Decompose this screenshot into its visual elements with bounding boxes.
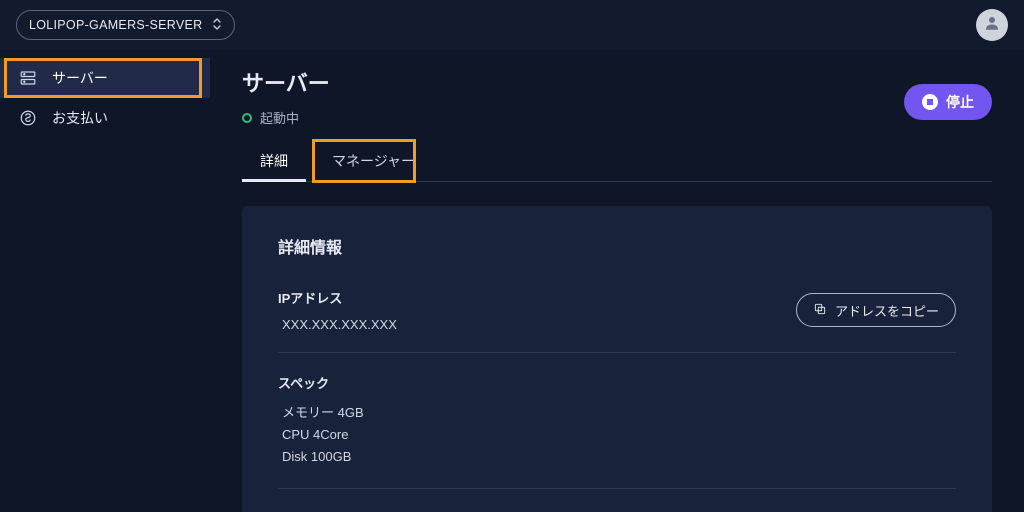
sidebar-item-label: お支払い [52, 108, 108, 128]
spec-disk: Disk 100GB [282, 446, 364, 468]
status-dot-icon [242, 113, 252, 123]
stop-button-label: 停止 [946, 92, 974, 112]
main-content: サーバー 起動中 停止 詳細 マネージャー 詳細情報 [210, 50, 1024, 512]
user-icon [983, 14, 1001, 37]
page-title: サーバー [242, 66, 330, 98]
tab-detail[interactable]: 詳細 [242, 141, 306, 181]
ip-value: XXX.XXX.XXX.XXX [278, 317, 397, 332]
detail-card: 詳細情報 IPアドレス XXX.XXX.XXX.XXX アドレスをコピー スペッ… [242, 206, 992, 512]
spec-memory: メモリー 4GB [282, 402, 364, 424]
ip-row: IPアドレス XXX.XXX.XXX.XXX アドレスをコピー [278, 284, 956, 353]
ip-label: IPアドレス [278, 288, 397, 307]
server-selector-label: LOLIPOP-GAMERS-SERVER [29, 18, 202, 32]
sidebar-item-server[interactable]: サーバー [0, 58, 210, 98]
user-avatar[interactable] [976, 9, 1008, 41]
copy-address-button[interactable]: アドレスをコピー [796, 293, 956, 327]
copy-icon [813, 302, 827, 319]
server-status: 起動中 [242, 108, 330, 127]
topbar: LOLIPOP-GAMERS-SERVER [0, 0, 1024, 50]
detail-card-title: 詳細情報 [278, 234, 956, 258]
stop-button[interactable]: 停止 [904, 84, 992, 120]
spec-label: スペック [278, 373, 364, 392]
sidebar: サーバー お支払い [0, 50, 210, 512]
tab-label: マネージャー [332, 151, 415, 171]
spec-row: スペック メモリー 4GB CPU 4Core Disk 100GB [278, 353, 956, 489]
sidebar-item-billing[interactable]: お支払い [0, 98, 210, 138]
tabs: 詳細 マネージャー [242, 141, 992, 182]
chevron-up-down-icon [212, 17, 222, 34]
sidebar-item-label: サーバー [52, 68, 108, 88]
copy-button-label: アドレスをコピー [835, 301, 939, 320]
stop-icon [922, 94, 938, 110]
server-selector[interactable]: LOLIPOP-GAMERS-SERVER [16, 10, 235, 40]
tab-manager[interactable]: マネージャー [314, 141, 433, 181]
billing-icon [18, 108, 38, 128]
tab-label: 詳細 [260, 151, 288, 171]
status-label: 起動中 [260, 108, 299, 127]
spec-cpu: CPU 4Core [282, 424, 364, 446]
server-icon [18, 68, 38, 88]
